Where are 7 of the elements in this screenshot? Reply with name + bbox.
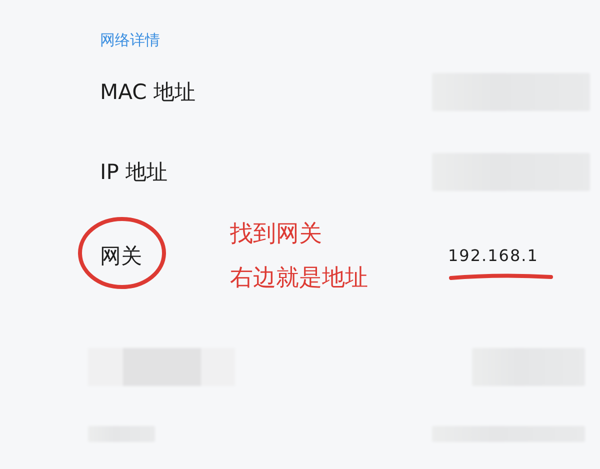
row-label: MAC 地址 [100, 80, 196, 104]
annotation-text: 右边就是地址 [230, 264, 369, 293]
annotation-text: 找到网关 [230, 220, 323, 249]
gateway-value: 192.168.1 [448, 246, 538, 264]
row-label: IP 地址 [100, 160, 168, 184]
section-title: 网络详情 [100, 30, 161, 51]
row-label: 网关 [100, 244, 142, 268]
